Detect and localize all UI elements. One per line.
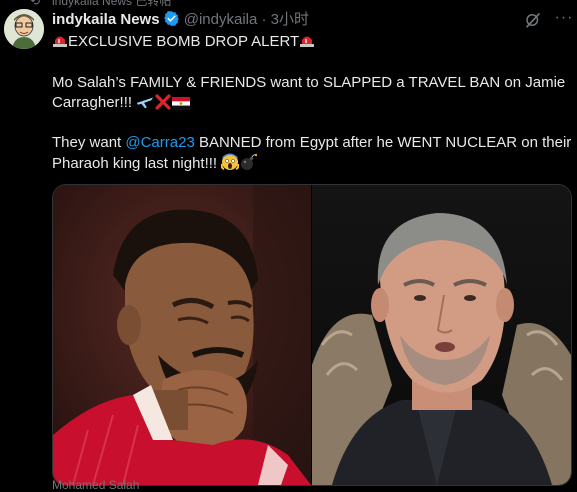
bomb-icon	[239, 153, 258, 177]
siren-icon	[53, 36, 67, 47]
cross-mark-icon	[154, 94, 172, 116]
handle[interactable]: @indykaila	[184, 11, 258, 28]
timestamp[interactable]: 3小时	[271, 11, 309, 28]
screaming-face-icon	[221, 153, 240, 177]
repost-context-label: indykaila News 已转帖	[52, 0, 172, 8]
repost-context[interactable]: ⟲ indykaila News 已转帖	[0, 0, 577, 8]
display-name[interactable]: indykaila News	[52, 11, 160, 28]
headline-text: EXCLUSIVE BOMB DROP ALERT	[68, 33, 300, 50]
paragraph-travel-ban: Mo Salah’s FAMILY & FRIENDS want to SLAP…	[52, 73, 572, 116]
tweet-header: indykaila News @indykaila · 3小时	[52, 10, 309, 30]
avatar[interactable]	[4, 9, 44, 49]
photo-carragher-image	[312, 185, 571, 485]
photo-carragher[interactable]	[312, 185, 571, 485]
grok-icon[interactable]	[524, 11, 542, 29]
headline-line: EXCLUSIVE BOMB DROP ALERT	[52, 32, 315, 52]
paragraph-banned: They want @Carra23 BANNED from Egypt aft…	[52, 133, 572, 177]
verified-badge-icon	[163, 10, 180, 33]
mention-link[interactable]: @Carra23	[125, 134, 194, 151]
media-caption: Mohamed Salah	[52, 478, 140, 492]
airplane-icon	[136, 94, 154, 116]
photo-salah-image	[53, 185, 311, 485]
paragraph-banned-pre: They want	[52, 134, 126, 151]
siren-icon	[300, 36, 315, 47]
avatar-illustration	[4, 9, 44, 49]
tweet-media[interactable]	[52, 184, 572, 486]
repost-icon: ⟲	[30, 0, 41, 8]
separator: ·	[261, 11, 267, 28]
photo-salah[interactable]	[53, 185, 311, 485]
more-icon[interactable]: ···	[554, 8, 574, 28]
paragraph-travel-ban-text: Mo Salah’s FAMILY & FRIENDS want to SLAP…	[52, 74, 566, 111]
egypt-flag-icon	[172, 96, 191, 116]
